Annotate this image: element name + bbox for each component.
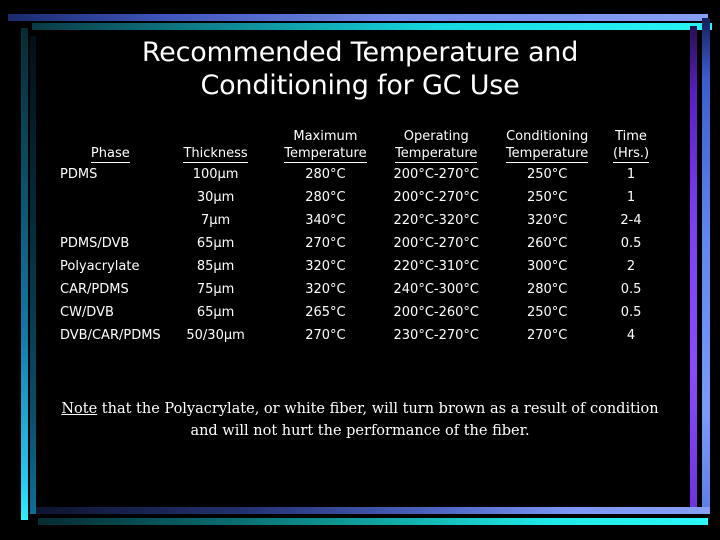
cell-operating-temperature: 220°C-320°C xyxy=(393,213,479,228)
cell-operating-temperature: 220°C-310°C xyxy=(393,259,479,274)
cell-operating-temperature: 200°C-270°C xyxy=(393,167,479,182)
cell-time: 2-4 xyxy=(620,213,642,228)
cell-maximum-temperature: 340°C xyxy=(305,213,346,228)
cell-conditioning-temperature: 260°C xyxy=(526,236,568,251)
cell-operating-temperature: 200°C-270°C xyxy=(393,236,479,251)
bottom-cyan-accent-bar xyxy=(38,518,708,525)
column-header-conditioning-bottom: Temperature xyxy=(505,146,589,163)
right-purple-accent-bar xyxy=(690,26,697,512)
cell-phase: CAR/PDMS xyxy=(60,282,129,297)
cell-maximum-temperature: 320°C xyxy=(305,282,346,297)
cell-conditioning-temperature: 300°C xyxy=(526,259,568,274)
cell-phase: Polyacrylate xyxy=(60,259,140,274)
column-header-time-bottom: (Hrs.) xyxy=(612,146,650,163)
table-row: 7µm 340°C 220°C-320°C 320°C 2-4 xyxy=(60,209,660,232)
cell-phase: CW/DVB xyxy=(60,305,114,320)
column-header-conditioning-temperature: Conditioning Temperature xyxy=(492,128,602,163)
cell-conditioning-temperature: 250°C xyxy=(526,167,568,182)
cell-time: 1 xyxy=(626,190,636,205)
cell-operating-temperature: 200°C-260°C xyxy=(393,305,479,320)
cell-time: 1 xyxy=(626,167,636,182)
footnote-body: that the Polyacrylate, or white fiber, w… xyxy=(97,401,659,439)
cell-time: 0.5 xyxy=(620,305,642,320)
cell-thickness: 65µm xyxy=(196,305,235,320)
column-header-phase: Phase xyxy=(60,128,161,163)
cell-maximum-temperature: 265°C xyxy=(305,305,346,320)
cell-time: 0.5 xyxy=(620,282,642,297)
column-header-operating-temperature: Operating Temperature xyxy=(380,128,492,163)
cell-thickness: 100µm xyxy=(192,167,239,182)
cell-thickness: 30µm xyxy=(196,190,235,205)
cell-phase: DVB/CAR/PDMS xyxy=(60,328,161,343)
footnote: Note that the Polyacrylate, or white fib… xyxy=(58,398,662,442)
cell-operating-temperature: 240°C-300°C xyxy=(393,282,479,297)
cell-time: 4 xyxy=(626,328,636,343)
cell-maximum-temperature: 270°C xyxy=(305,328,346,343)
cell-conditioning-temperature: 250°C xyxy=(526,305,568,320)
column-header-thickness: Thickness xyxy=(161,128,271,163)
cell-thickness: 50/30µm xyxy=(186,328,245,343)
cell-operating-temperature: 230°C-270°C xyxy=(393,328,479,343)
slide-title: Recommended Temperature and Conditioning… xyxy=(141,37,579,101)
cell-conditioning-temperature: 320°C xyxy=(526,213,568,228)
column-header-time: Time (Hrs.) xyxy=(602,128,660,163)
footnote-lead: Note xyxy=(61,401,98,417)
table-header: Phase Thickness Maximum Temperature Oper… xyxy=(60,128,660,163)
column-header-thickness-bottom: Thickness xyxy=(183,146,248,163)
top-blue-accent-bar xyxy=(8,14,708,21)
column-header-maximum-top: Maximum xyxy=(293,129,358,144)
table-row: Polyacrylate 85µm 320°C 220°C-310°C 300°C 2 xyxy=(60,255,660,278)
fiber-specification-table: Phase Thickness Maximum Temperature Oper… xyxy=(60,128,660,347)
table-row: PDMS 100µm 280°C 200°C-270°C 250°C 1 xyxy=(60,163,660,186)
table-row: CAR/PDMS 75µm 320°C 240°C-300°C 280°C 0.5 xyxy=(60,278,660,301)
cell-thickness: 7µm xyxy=(200,213,231,228)
column-header-operating-top: Operating xyxy=(403,129,469,144)
cell-conditioning-temperature: 250°C xyxy=(526,190,568,205)
cell-conditioning-temperature: 270°C xyxy=(526,328,568,343)
column-header-operating-bottom: Temperature xyxy=(395,146,478,163)
specification-table-container: Phase Thickness Maximum Temperature Oper… xyxy=(60,128,660,347)
slide-canvas: Recommended Temperature and Conditioning… xyxy=(0,0,720,540)
table-row: PDMS/DVB 65µm 270°C 200°C-270°C 260°C 0.5 xyxy=(60,232,660,255)
cell-thickness: 65µm xyxy=(196,236,235,251)
table-row: CW/DVB 65µm 265°C 200°C-260°C 250°C 0.5 xyxy=(60,301,660,324)
cell-phase xyxy=(60,186,161,209)
column-header-maximum-temperature: Maximum Temperature xyxy=(270,128,380,163)
table-row: 30µm 280°C 200°C-270°C 250°C 1 xyxy=(60,186,660,209)
cell-phase: PDMS xyxy=(60,167,98,182)
column-header-time-top: Time xyxy=(615,129,647,144)
cell-maximum-temperature: 280°C xyxy=(305,167,346,182)
cell-time: 0.5 xyxy=(620,236,642,251)
column-header-phase-bottom: Phase xyxy=(90,146,130,163)
cell-phase xyxy=(60,209,161,232)
cell-thickness: 85µm xyxy=(196,259,235,274)
cell-thickness: 75µm xyxy=(196,282,235,297)
cell-phase: PDMS/DVB xyxy=(60,236,130,251)
bottom-blue-accent-bar xyxy=(36,507,710,514)
table-header-row: Phase Thickness Maximum Temperature Oper… xyxy=(60,128,660,163)
cell-time: 2 xyxy=(626,259,636,274)
cell-maximum-temperature: 280°C xyxy=(305,190,346,205)
table-row: DVB/CAR/PDMS 50/30µm 270°C 230°C-270°C 270°C… xyxy=(60,324,660,347)
top-cyan-accent-bar xyxy=(32,23,712,30)
column-header-conditioning-top: Conditioning xyxy=(506,129,589,144)
cell-operating-temperature: 200°C-270°C xyxy=(393,190,479,205)
left-teal-accent-bar xyxy=(21,28,28,520)
table-body: PDMS 100µm 280°C 200°C-270°C 250°C 1 30µm 280°C… xyxy=(60,163,660,347)
cell-conditioning-temperature: 280°C xyxy=(526,282,568,297)
cell-maximum-temperature: 320°C xyxy=(305,259,346,274)
column-header-maximum-bottom: Temperature xyxy=(284,146,367,163)
left-dark-accent-bar xyxy=(30,36,36,514)
cell-maximum-temperature: 270°C xyxy=(305,236,346,251)
right-blue-accent-bar xyxy=(702,18,710,512)
